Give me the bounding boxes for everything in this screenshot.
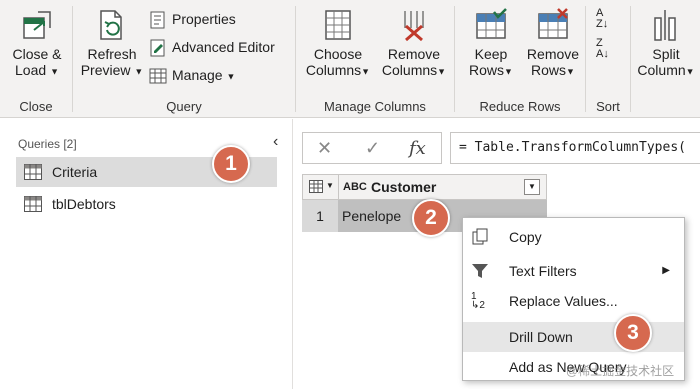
advanced-editor-icon (150, 39, 165, 57)
keep-rows-label-2: Rows (469, 62, 505, 78)
remove-columns-label-2: Columns (381, 62, 438, 78)
refresh-label-2: Preview (80, 62, 131, 78)
manage-button[interactable]: Manage ▼ (149, 64, 235, 86)
table-icon (149, 68, 167, 84)
collapse-pane-icon[interactable]: ‹ (273, 133, 278, 151)
row-number: 1 (302, 200, 338, 232)
keep-rows-button[interactable]: Keep Rows▼ (461, 8, 521, 79)
formula-input[interactable]: = Table.TransformColumnTypes( (450, 132, 700, 164)
table-menu-button[interactable]: ▼ (303, 175, 339, 199)
remove-columns-button[interactable]: Remove Columns▼ (376, 8, 452, 79)
close-group: Close & Load ▼ Close (0, 0, 72, 118)
chevron-down-icon: ▼ (504, 66, 513, 77)
menu-item-replace-values[interactable]: 1 ↳2 Replace Values... (463, 286, 684, 316)
properties-icon (150, 11, 165, 29)
split-column-label-2: Column (637, 62, 686, 78)
refresh-preview-button[interactable]: Refresh Preview ▼ (79, 8, 145, 79)
context-menu: Copy Text Filters ▶ 1 ↳2 Replace Values..… (462, 217, 685, 381)
menu-item-label: Replace Values... (509, 293, 618, 309)
advanced-editor-label: Advanced Editor (172, 39, 275, 55)
menu-item-label: Copy (509, 229, 542, 245)
menu-item-label: Text Filters (509, 263, 577, 279)
choose-columns-button[interactable]: Choose Columns▼ (300, 8, 376, 79)
sort-ascending-icon: A Z↓ (596, 7, 609, 30)
close-load-label-1: Close & (12, 46, 62, 62)
query-group: Refresh Preview ▼ Properties Advanced Ed… (73, 0, 295, 118)
query-group-label: Query (166, 99, 202, 114)
chevron-down-icon: ▼ (361, 66, 371, 77)
cancel-icon[interactable]: ✕ (317, 138, 332, 159)
split-column-button[interactable]: Split Column▼ (635, 8, 697, 79)
chevron-down-icon: ▼ (50, 66, 59, 77)
close-load-button[interactable]: Close & Load ▼ (6, 8, 68, 79)
query-item-label: tblDebtors (52, 196, 116, 212)
manage-columns-group: Choose Columns▼ Remove Columns▼ Manage C… (296, 0, 454, 118)
ribbon: Close & Load ▼ Close Refresh Preview ▼ P… (0, 0, 700, 118)
remove-rows-label-2: Rows (531, 62, 567, 78)
refresh-label-1: Refresh (87, 46, 137, 62)
split-column-icon (654, 10, 676, 41)
menu-item-text-filters[interactable]: Text Filters ▶ (463, 256, 684, 286)
manage-label: Manage (172, 67, 223, 83)
fx-icon[interactable]: fx (409, 138, 426, 159)
table-icon (24, 196, 42, 212)
remove-rows-label-1: Remove (526, 46, 580, 62)
remove-columns-icon (404, 11, 424, 42)
chevron-down-icon: ▼ (437, 66, 447, 77)
close-load-icon (23, 11, 51, 39)
sort-ascending-button[interactable]: A Z↓ (596, 8, 608, 32)
check-icon[interactable]: ✓ (365, 138, 380, 159)
advanced-editor-button[interactable]: Advanced Editor (149, 36, 275, 58)
replace-values-icon: 1 ↳2 (471, 291, 485, 311)
chevron-down-icon: ▼ (134, 66, 144, 77)
column-type-icon[interactable]: ABC (343, 175, 367, 199)
properties-button[interactable]: Properties (149, 8, 236, 30)
reduce-rows-group-label: Reduce Rows (479, 99, 561, 114)
filter-icon (472, 264, 488, 278)
choose-columns-label-1: Choose (313, 46, 363, 62)
column-header-customer[interactable]: Customer (371, 175, 436, 199)
chevron-right-icon: ▶ (662, 265, 670, 276)
sort-group-label: Sort (596, 99, 620, 114)
transform-group: Split Column▼ (631, 0, 700, 118)
keep-rows-label-1: Keep (474, 46, 508, 62)
reduce-rows-group: Keep Rows▼ Remove Rows▼ Reduce Rows (455, 0, 585, 118)
chevron-down-icon: ▼ (685, 66, 695, 77)
callout-badge-1: 1 (212, 145, 250, 183)
query-item-label: Criteria (52, 164, 98, 180)
chevron-down-icon: ▼ (226, 71, 236, 82)
pane-divider (292, 119, 293, 389)
chevron-down-icon: ▼ (566, 66, 575, 77)
table-icon (24, 164, 42, 180)
copy-icon (472, 228, 488, 245)
choose-columns-icon (325, 10, 351, 40)
callout-badge-3: 3 (614, 314, 652, 352)
remove-columns-label-1: Remove (387, 46, 441, 62)
manage-columns-group-label: Manage Columns (324, 99, 426, 114)
callout-badge-2: 2 (412, 199, 450, 237)
remove-rows-icon (538, 8, 568, 39)
sort-descending-button[interactable]: Z A↓ (596, 38, 609, 62)
query-item-tbldebtors[interactable]: tblDebtors (16, 189, 277, 219)
watermark: @稀土掘金技术社区 (566, 364, 675, 378)
choose-columns-label-2: Columns (305, 62, 362, 78)
sort-group: A Z↓ Z A↓ Sort (586, 0, 630, 118)
refresh-icon (100, 10, 122, 40)
queries-title: Queries [2] (18, 137, 77, 151)
properties-label: Properties (172, 11, 236, 27)
keep-rows-icon (476, 8, 507, 39)
menu-item-copy[interactable]: Copy (463, 222, 684, 252)
close-load-label-2: Load (15, 62, 47, 78)
formula-bar-controls: ✕ ✓ fx (302, 132, 442, 164)
column-filter-button[interactable]: ▼ (524, 179, 540, 195)
table-icon (309, 180, 323, 193)
menu-item-label: Drill Down (509, 329, 573, 345)
sort-descending-icon: Z A↓ (596, 37, 609, 60)
split-column-label-1: Split (652, 46, 680, 62)
chevron-down-icon: ▼ (326, 181, 334, 190)
close-group-label: Close (19, 99, 53, 114)
grid-header: ▼ ABC Customer ▼ (302, 174, 547, 200)
remove-rows-button[interactable]: Remove Rows▼ (521, 8, 585, 79)
